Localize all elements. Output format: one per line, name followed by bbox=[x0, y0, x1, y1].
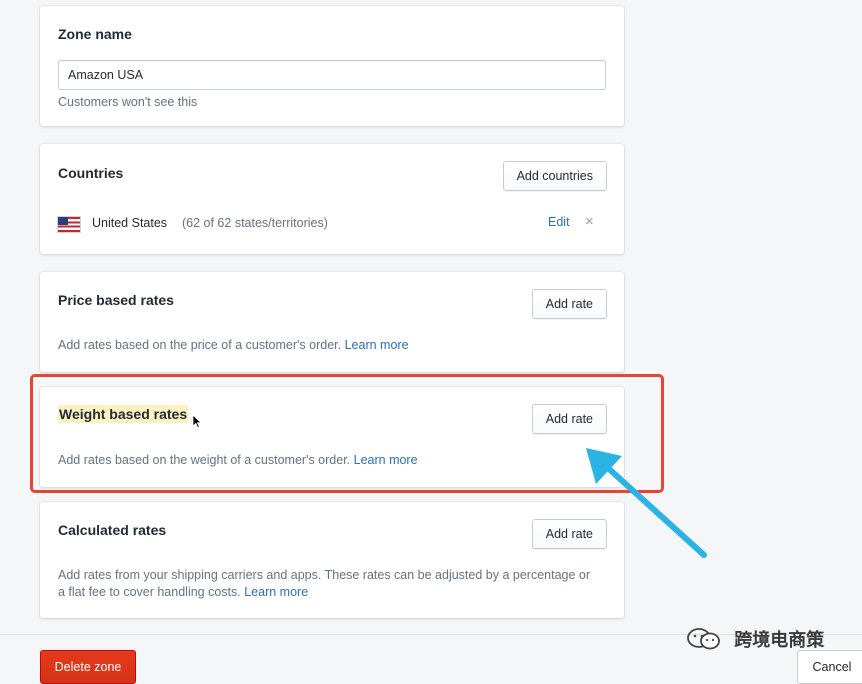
watermark: 跨境电商策 bbox=[686, 626, 824, 652]
weight-rates-help: Add rates based on the weight of a custo… bbox=[58, 452, 418, 469]
weight-add-rate-button[interactable]: Add rate bbox=[531, 404, 607, 434]
remove-country-icon[interactable]: × bbox=[585, 213, 594, 230]
zone-name-input[interactable] bbox=[58, 60, 606, 90]
annotation-arrow-icon bbox=[586, 448, 707, 558]
add-countries-button[interactable]: Add countries bbox=[502, 161, 607, 191]
price-rates-card: Price based rates Add rate Add rates bas… bbox=[40, 272, 624, 372]
price-rates-help: Add rates based on the price of a custom… bbox=[58, 337, 409, 354]
countries-title: Countries bbox=[58, 165, 124, 181]
calculated-rates-help: Add rates from your shipping carriers an… bbox=[58, 567, 590, 601]
price-rates-help-text: Add rates based on the price of a custom… bbox=[58, 338, 342, 352]
zone-name-card: Zone name Customers won't see this bbox=[40, 6, 624, 126]
cancel-button[interactable]: Cancel bbox=[797, 650, 862, 684]
price-rates-title: Price based rates bbox=[58, 292, 174, 308]
price-add-rate-button[interactable]: Add rate bbox=[531, 289, 607, 319]
countries-card: Countries Add countries United States (6… bbox=[40, 144, 624, 254]
calculated-rates-help-line1: Add rates from your shipping carriers an… bbox=[58, 568, 591, 582]
calculated-rates-help-line2-wrap: a flat fee to cover handling costs. Lear… bbox=[58, 584, 590, 601]
wechat-icon bbox=[687, 628, 720, 650]
calculated-rates-title: Calculated rates bbox=[58, 522, 167, 538]
calculated-rates-card: Calculated rates Add rate Add rates from… bbox=[40, 502, 624, 618]
weight-rates-help-text: Add rates based on the weight of a custo… bbox=[58, 453, 351, 467]
country-name: United States bbox=[92, 216, 168, 230]
weight-rates-card: Weight based rates Add rate Add rates ba… bbox=[40, 387, 624, 487]
country-detail: (62 of 62 states/territories) bbox=[182, 216, 328, 230]
watermark-text: 跨境电商策 bbox=[734, 630, 825, 651]
weight-rates-title-text: Weight based rates bbox=[58, 405, 189, 423]
delete-zone-button[interactable]: Delete zone bbox=[40, 650, 136, 684]
weight-rates-title: Weight based rates bbox=[58, 405, 189, 423]
price-learn-more-link[interactable]: Learn more bbox=[345, 338, 409, 352]
calculated-learn-more-link[interactable]: Learn more bbox=[244, 585, 308, 599]
us-flag-icon bbox=[57, 216, 81, 233]
zone-name-title: Zone name bbox=[58, 26, 132, 42]
mouse-cursor-icon bbox=[192, 414, 202, 429]
zone-name-help: Customers won't see this bbox=[58, 95, 198, 109]
weight-learn-more-link[interactable]: Learn more bbox=[354, 453, 418, 467]
calculated-rates-help-line2: a flat fee to cover handling costs. bbox=[58, 585, 241, 599]
edit-country-link[interactable]: Edit bbox=[548, 215, 570, 229]
